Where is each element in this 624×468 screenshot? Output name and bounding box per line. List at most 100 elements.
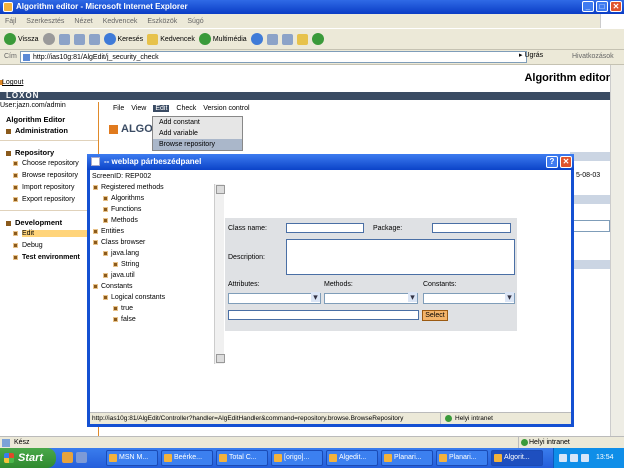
tree-toggle-icon xyxy=(103,195,108,201)
stop-button[interactable] xyxy=(58,31,70,47)
sidebar-administration[interactable]: Administration xyxy=(6,126,68,135)
maximize-button[interactable]: □ xyxy=(596,1,608,12)
constants-select[interactable] xyxy=(423,292,515,304)
search-button[interactable]: Keresés xyxy=(103,31,143,47)
package-input[interactable] xyxy=(432,223,511,233)
home-button[interactable] xyxy=(88,31,100,47)
minimize-button[interactable]: _ xyxy=(582,1,594,12)
menu-help[interactable]: Súgó xyxy=(187,18,203,25)
links-button[interactable]: Hivatkozások xyxy=(572,53,614,60)
tree-node-algorithms[interactable]: Algorithms xyxy=(103,195,144,202)
menu-tools[interactable]: Eszközök xyxy=(147,18,177,25)
menu-item-add-constant[interactable]: Add constant xyxy=(153,117,242,128)
history-button[interactable] xyxy=(250,31,263,47)
methods-select[interactable] xyxy=(324,292,418,304)
sidebar-repository: Repository xyxy=(6,148,54,157)
tree-node-methods[interactable]: Methods xyxy=(103,217,138,224)
address-input[interactable]: http://ias10g:81/AlgEdit/j_security_chec… xyxy=(20,51,527,63)
tree-node-java-lang[interactable]: java.lang xyxy=(103,250,139,257)
app-menu-file[interactable]: File xyxy=(113,105,124,112)
dialog-close-button[interactable]: ✕ xyxy=(560,156,572,168)
messenger-button[interactable] xyxy=(311,31,324,47)
media-button[interactable]: Multimédia xyxy=(198,31,247,47)
mail-button[interactable] xyxy=(266,31,278,47)
tree-node-functions[interactable]: Functions xyxy=(103,206,141,213)
quick-launch-icon[interactable] xyxy=(76,452,87,463)
description-textarea[interactable] xyxy=(286,239,515,275)
sidebar-item-export-repository[interactable]: Export repository xyxy=(13,196,75,203)
app-icon xyxy=(164,454,172,462)
forward-button[interactable] xyxy=(42,31,55,47)
tree-node-false[interactable]: false xyxy=(113,316,136,323)
tray-icon[interactable] xyxy=(559,454,567,462)
clock: 13:54 xyxy=(596,454,614,461)
tree-node-entities[interactable]: Entities xyxy=(93,228,124,235)
task-algorithm-editor[interactable]: Algorit... xyxy=(491,450,543,466)
tree-node-registered-methods[interactable]: Registered methods xyxy=(93,184,164,191)
dialog-zone: Helyi intranet xyxy=(440,413,493,424)
selection-input[interactable] xyxy=(228,310,419,320)
app-menu-edit[interactable]: Edit xyxy=(153,105,170,112)
sidebar-item-import-repository[interactable]: Import repository xyxy=(13,184,75,191)
task-algedit[interactable]: Algedit... xyxy=(326,450,378,466)
tree-node-string[interactable]: String xyxy=(113,261,139,268)
refresh-button[interactable] xyxy=(73,31,85,47)
app-menu-version-control[interactable]: Version control xyxy=(203,105,249,112)
task-inbox[interactable]: Beérke... xyxy=(161,450,213,466)
dialog-titlebar[interactable]: -- weblap párbeszédpanel ? ✕ xyxy=(87,154,574,170)
go-button[interactable]: ▸ Ugrás xyxy=(519,51,543,59)
tree-node-java-util[interactable]: java.util xyxy=(103,272,135,279)
tree-node-constants[interactable]: Constants xyxy=(93,283,133,290)
close-button[interactable]: ✕ xyxy=(610,1,622,12)
app-icon xyxy=(274,454,282,462)
print-icon xyxy=(281,33,293,45)
app-menu-check[interactable]: Check xyxy=(176,105,196,112)
back-button[interactable]: Vissza xyxy=(4,31,39,47)
menu-item-add-variable[interactable]: Add variable xyxy=(153,128,242,139)
tree-node-logical-constants[interactable]: Logical constants xyxy=(103,294,165,301)
background-select[interactable] xyxy=(572,220,610,232)
tree-toggle-icon xyxy=(103,272,108,278)
class-name-input[interactable] xyxy=(286,223,364,233)
tray-icon[interactable] xyxy=(570,454,578,462)
sidebar-item-debug[interactable]: Debug xyxy=(13,242,43,249)
attributes-select[interactable] xyxy=(228,292,321,304)
menu-file[interactable]: Fájl xyxy=(5,18,16,25)
window-titlebar[interactable]: Algorithm editor - Microsoft Internet Ex… xyxy=(0,0,624,14)
menu-view[interactable]: Nézet xyxy=(74,18,92,25)
menu-edit[interactable]: Szerkesztés xyxy=(26,18,64,25)
tree-scrollbar[interactable] xyxy=(214,184,225,364)
folder-button[interactable] xyxy=(296,31,308,47)
tree-toggle-icon xyxy=(113,305,118,311)
menu-item-browse-repository[interactable]: Browse repository xyxy=(153,139,242,150)
user-label: User:jazn.com/admin xyxy=(0,102,66,109)
logout-link[interactable]: Logout xyxy=(2,79,23,86)
task-msn[interactable]: MSN M... xyxy=(106,450,158,466)
tray-icon[interactable] xyxy=(581,454,589,462)
sidebar-item-browse-repository[interactable]: Browse repository xyxy=(13,172,78,179)
tree-node-true[interactable]: true xyxy=(113,305,133,312)
menu-favorites[interactable]: Kedvencek xyxy=(103,18,138,25)
dialog-help-button[interactable]: ? xyxy=(546,156,558,168)
task-total-commander[interactable]: Total C... xyxy=(216,450,268,466)
tree-node-class-browser[interactable]: Class browser xyxy=(93,239,145,246)
class-name-label: Class name: xyxy=(228,225,267,232)
start-button[interactable]: Start xyxy=(0,448,56,468)
quick-launch xyxy=(62,452,87,463)
sidebar-item-test-environment[interactable]: Test environment xyxy=(13,254,80,261)
task-origo[interactable]: [origo]... xyxy=(271,450,323,466)
status-zone: Helyi intranet xyxy=(518,437,570,448)
select-button[interactable]: Select xyxy=(422,310,448,321)
section-bullet-icon xyxy=(6,128,11,134)
task-planari-2[interactable]: Planari... xyxy=(436,450,488,466)
page-scrollbar[interactable] xyxy=(610,65,624,436)
print-button[interactable] xyxy=(281,31,293,47)
task-planari-1[interactable]: Planari... xyxy=(381,450,433,466)
edit-dropdown-menu: Add constant Add variable Browse reposit… xyxy=(152,116,243,151)
sidebar-item-edit[interactable]: Edit xyxy=(13,230,92,237)
app-menu-view[interactable]: View xyxy=(131,105,146,112)
item-bullet-icon xyxy=(13,197,18,202)
favorites-button[interactable]: Kedvencek xyxy=(147,31,195,47)
quick-launch-icon[interactable] xyxy=(62,452,73,463)
sidebar-item-choose-repository[interactable]: Choose repository xyxy=(13,160,79,167)
